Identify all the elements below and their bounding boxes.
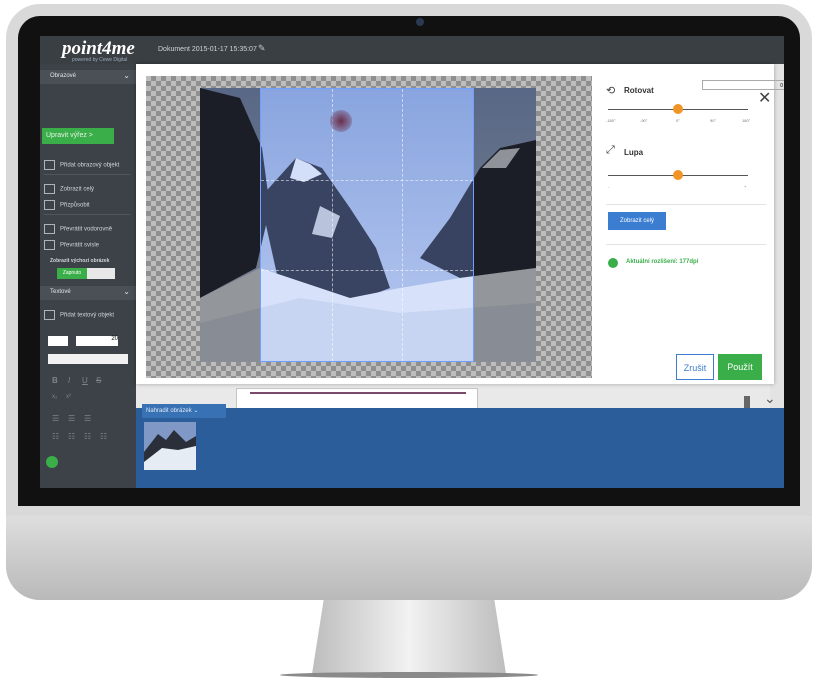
cancel-button[interactable]: Zrušit (676, 354, 714, 380)
italic-button[interactable]: I (68, 376, 70, 385)
toggle-on-label: Zapnuto (57, 268, 87, 279)
flip-horizontal-label: Převrátit vodorovně (60, 226, 113, 233)
page-canvas-edge (250, 392, 466, 394)
flip-horizontal-icon (44, 224, 55, 234)
text-color-icon[interactable] (46, 456, 58, 468)
rotate-tick: 90° (710, 118, 717, 123)
add-image-label: Přidat obrazový objekt (60, 162, 120, 169)
chevron-down-icon[interactable]: ⌄ (764, 390, 776, 407)
scrollbar-thumb[interactable] (744, 396, 750, 408)
divider (44, 214, 130, 215)
valign-top-icon[interactable]: ☷ (52, 432, 59, 441)
app-logo-tagline: powered by Cewe Digital (72, 57, 128, 63)
zoom-min: - (608, 184, 610, 189)
bold-button[interactable]: B (52, 376, 58, 385)
show-full-button[interactable]: Zobrazit celý (608, 212, 666, 230)
section-image[interactable]: Obrazové ⌄ (40, 70, 136, 84)
monitor-chin (6, 516, 812, 600)
pencil-icon[interactable]: ✎ (258, 43, 266, 54)
strike-button[interactable]: S (96, 376, 101, 385)
fit-fill[interactable]: Přizpůsobit (44, 200, 90, 210)
replace-image-tab[interactable]: Nahradit obrázek ⌄ (142, 404, 226, 418)
grid-line (402, 89, 404, 361)
show-full[interactable]: Zobrazit celý (44, 184, 94, 194)
zoom-slider-knob[interactable] (673, 170, 683, 180)
font-family-select[interactable] (48, 354, 128, 364)
valign-bottom-icon[interactable]: ☷ (84, 432, 91, 441)
add-image-object[interactable]: Přidat obrazový objekt (44, 160, 119, 170)
check-icon (608, 258, 618, 268)
font-size-input[interactable]: 20 (76, 336, 118, 346)
add-text-object[interactable]: Přidat textový objekt (44, 310, 114, 320)
align-center-icon[interactable]: ☰ (68, 414, 75, 423)
chevron-down-icon: ⌄ (123, 287, 130, 296)
section-image-label: Obrazové (50, 73, 77, 79)
crop-dim-left (200, 88, 260, 362)
show-full-label: Zobrazit celý (60, 186, 95, 193)
camera-icon (416, 18, 424, 26)
grid-line (261, 270, 473, 272)
crop-dialog: ✕ ⟲ Rotovat 0 -180° -90° 0° 90° 180° ⤢ L… (136, 64, 784, 384)
grid-line (261, 179, 473, 181)
edit-crop-button[interactable]: Upravit výřez > (42, 128, 114, 144)
document-name[interactable]: Dokument 2015-01-17 15:35:07 (158, 46, 257, 53)
divider (44, 174, 130, 175)
rotate-tick: -180° (606, 118, 616, 123)
add-image-icon (44, 160, 55, 170)
crop-center-handle[interactable] (330, 110, 352, 132)
flip-vertical-label: Převrátit svisle (60, 242, 100, 249)
flip-vertical-icon (44, 240, 55, 250)
subscript-button[interactable]: x₂ (52, 394, 57, 400)
superscript-button[interactable]: x² (66, 394, 71, 400)
thumbnail-photo (144, 422, 196, 470)
crop-area[interactable] (146, 76, 592, 378)
resolution-status: Aktuální rozlišení: 177dpi (626, 259, 699, 265)
chevron-down-icon: ⌄ (123, 71, 130, 80)
apply-button[interactable]: Použít (718, 354, 762, 380)
rotate-icon: ⟲ (606, 85, 616, 97)
align-left-icon[interactable]: ☰ (52, 414, 59, 423)
zoom-label: Lupa (624, 148, 644, 157)
flip-vertical[interactable]: Převrátit svisle (44, 240, 99, 250)
crop-dim-right (474, 88, 536, 362)
fit-icon (44, 184, 55, 194)
grid-line (331, 89, 333, 361)
justify-icon[interactable]: ☷ (100, 432, 107, 441)
valign-middle-icon[interactable]: ☷ (68, 432, 75, 441)
font-style-select[interactable] (48, 336, 68, 346)
chevron-down-icon: ⌄ (193, 408, 199, 414)
align-right-icon[interactable]: ☰ (84, 414, 91, 423)
show-original-label: Zobrazit výchozí obrázek (50, 258, 110, 264)
underline-button[interactable]: U (82, 376, 88, 385)
rotate-slider-knob[interactable] (673, 104, 683, 114)
add-text-label: Přidat textový objekt (60, 312, 115, 319)
image-thumbnail[interactable] (144, 422, 196, 470)
monitor-stand (312, 600, 506, 674)
rotate-tick: 180° (742, 118, 751, 123)
rotate-tick: 0° (676, 118, 680, 123)
section-text-label: Textové (50, 289, 71, 295)
replace-image-label: Nahradit obrázek (146, 408, 192, 414)
screen: point4me powered by Cewe Digital Dokumen… (40, 36, 784, 488)
zoom-max: + (744, 184, 747, 189)
divider (606, 204, 766, 205)
sidebar: Obrazové ⌄ Upravit výřez > Přidat obrazo… (40, 64, 136, 488)
zoom-icon: ⤢ (606, 144, 615, 156)
rotate-tick: -90° (640, 118, 648, 123)
divider (606, 244, 766, 245)
rotate-input[interactable]: 0 (702, 80, 784, 90)
crop-frame[interactable] (260, 88, 474, 362)
section-text[interactable]: Textové ⌄ (40, 286, 136, 300)
fit-fill-label: Přizpůsobit (60, 202, 90, 209)
crop-controls: ⟲ Rotovat 0 -180° -90° 0° 90° 180° ⤢ Lup… (606, 80, 784, 370)
flip-horizontal[interactable]: Převrátit vodorovně (44, 224, 112, 234)
image-tray (136, 408, 784, 488)
fill-icon (44, 200, 55, 210)
text-icon (44, 310, 55, 320)
monitor-base (280, 672, 538, 678)
app-header: point4me powered by Cewe Digital Dokumen… (40, 36, 784, 64)
rotate-label: Rotovat (624, 86, 654, 95)
